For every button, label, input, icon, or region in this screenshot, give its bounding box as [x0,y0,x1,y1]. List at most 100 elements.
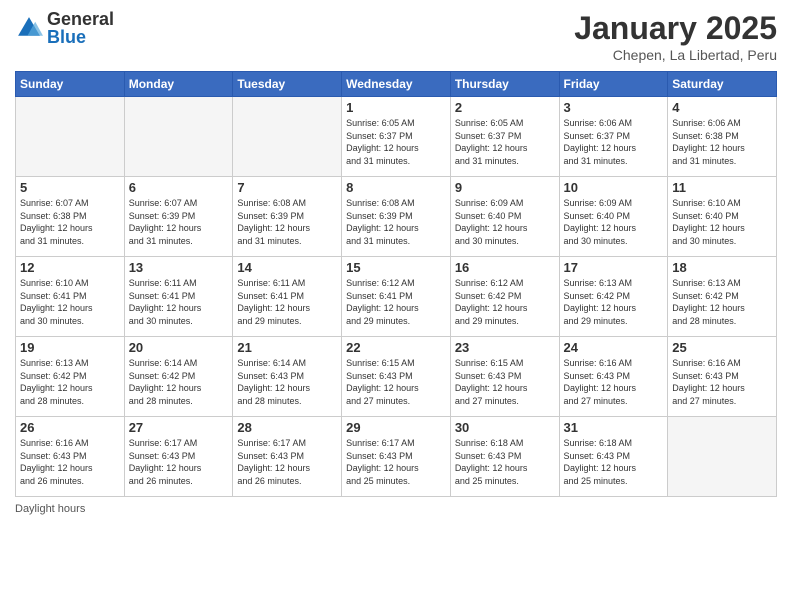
day-info: Sunrise: 6:13 AM Sunset: 6:42 PM Dayligh… [672,277,772,327]
day-number: 24 [564,340,664,355]
calendar-cell: 16 Sunrise: 6:12 AM Sunset: 6:42 PM Dayli… [450,257,559,337]
calendar-cell: 30Sunrise: 6:18 AM Sunset: 6:43 PM Dayli… [450,417,559,497]
calendar-cell: 26 Sunrise: 6:16 AM Sunset: 6:43 PM Dayli… [16,417,125,497]
day-number: 18 [672,260,772,275]
day-number: 2 [455,100,555,115]
day-info: Sunrise: 6:17 AM Sunset: 6:43 PM Dayligh… [346,437,446,487]
logo-icon [15,14,43,42]
day-info: Sunrise: 6:16 AM Sunset: 6:43 PM Dayligh… [20,437,120,487]
logo-text: General Blue [47,10,114,46]
day-number: 21 [237,340,337,355]
day-number: 27 [129,420,229,435]
day-info: Sunrise: 6:16 AM Sunset: 6:43 PM Dayligh… [672,357,772,407]
calendar-cell: 10 Sunrise: 6:09 AM Sunset: 6:40 PM Dayli… [559,177,668,257]
day-info: Sunrise: 6:18 AM Sunset: 6:43 PM Dayligh… [455,437,555,487]
calendar-cell: 27 Sunrise: 6:17 AM Sunset: 6:43 PM Dayli… [124,417,233,497]
logo: General Blue [15,10,114,46]
logo-general-text: General [47,10,114,28]
day-number: 23 [455,340,555,355]
calendar-cell [124,97,233,177]
day-number: 8 [346,180,446,195]
calendar-cell: 1 Sunrise: 6:05 AM Sunset: 6:37 PM Daylig… [342,97,451,177]
day-info: Sunrise: 6:15 AM Sunset: 6:43 PM Dayligh… [346,357,446,407]
day-info: Sunrise: 6:06 AM Sunset: 6:38 PM Dayligh… [672,117,772,167]
month-title: January 2025 [574,10,777,47]
calendar-cell: 25 Sunrise: 6:16 AM Sunset: 6:43 PM Dayli… [668,337,777,417]
day-number: 29 [346,420,446,435]
day-info: Sunrise: 6:09 AM Sunset: 6:40 PM Dayligh… [564,197,664,247]
day-info: Sunrise: 6:08 AM Sunset: 6:39 PM Dayligh… [237,197,337,247]
day-number: 28 [237,420,337,435]
page-header: General Blue January 2025 Chepen, La Lib… [15,10,777,63]
day-info: Sunrise: 6:12 AM Sunset: 6:42 PM Dayligh… [455,277,555,327]
calendar-cell: 11 Sunrise: 6:10 AM Sunset: 6:40 PM Dayli… [668,177,777,257]
day-number: 19 [20,340,120,355]
calendar-cell: 4Sunrise: 6:06 AM Sunset: 6:38 PM Daylig… [668,97,777,177]
calendar-cell: 6Sunrise: 6:07 AM Sunset: 6:39 PM Daylig… [124,177,233,257]
calendar-cell [233,97,342,177]
title-block: January 2025 Chepen, La Libertad, Peru [574,10,777,63]
day-info: Sunrise: 6:13 AM Sunset: 6:42 PM Dayligh… [20,357,120,407]
day-info: Sunrise: 6:09 AM Sunset: 6:40 PM Dayligh… [455,197,555,247]
day-info: Sunrise: 6:06 AM Sunset: 6:37 PM Dayligh… [564,117,664,167]
day-number: 9 [455,180,555,195]
calendar-table: SundayMondayTuesdayWednesdayThursdayFrid… [15,71,777,497]
day-number: 3 [564,100,664,115]
calendar-week-row: 19 Sunrise: 6:13 AM Sunset: 6:42 PM Dayli… [16,337,777,417]
day-number: 14 [237,260,337,275]
day-number: 17 [564,260,664,275]
calendar-week-row: 12Sunrise: 6:10 AM Sunset: 6:41 PM Dayli… [16,257,777,337]
day-number: 25 [672,340,772,355]
calendar-week-row: 1 Sunrise: 6:05 AM Sunset: 6:37 PM Daylig… [16,97,777,177]
day-number: 12 [20,260,120,275]
calendar-cell: 19 Sunrise: 6:13 AM Sunset: 6:42 PM Dayli… [16,337,125,417]
weekday-header-row: SundayMondayTuesdayWednesdayThursdayFrid… [16,72,777,97]
calendar-week-row: 5 Sunrise: 6:07 AM Sunset: 6:38 PM Daylig… [16,177,777,257]
weekday-header-wednesday: Wednesday [342,72,451,97]
calendar-cell: 20Sunrise: 6:14 AM Sunset: 6:42 PM Dayli… [124,337,233,417]
day-info: Sunrise: 6:10 AM Sunset: 6:40 PM Dayligh… [672,197,772,247]
calendar-cell: 23 Sunrise: 6:15 AM Sunset: 6:43 PM Dayli… [450,337,559,417]
day-number: 10 [564,180,664,195]
day-number: 22 [346,340,446,355]
weekday-header-monday: Monday [124,72,233,97]
day-info: Sunrise: 6:07 AM Sunset: 6:39 PM Dayligh… [129,197,229,247]
calendar-cell: 18 Sunrise: 6:13 AM Sunset: 6:42 PM Dayli… [668,257,777,337]
day-number: 15 [346,260,446,275]
calendar-cell: 28 Sunrise: 6:17 AM Sunset: 6:43 PM Dayli… [233,417,342,497]
day-info: Sunrise: 6:12 AM Sunset: 6:41 PM Dayligh… [346,277,446,327]
calendar-cell: 12Sunrise: 6:10 AM Sunset: 6:41 PM Dayli… [16,257,125,337]
day-info: Sunrise: 6:13 AM Sunset: 6:42 PM Dayligh… [564,277,664,327]
calendar-cell: 29 Sunrise: 6:17 AM Sunset: 6:43 PM Dayli… [342,417,451,497]
calendar-cell: 8 Sunrise: 6:08 AM Sunset: 6:39 PM Daylig… [342,177,451,257]
calendar-cell: 17 Sunrise: 6:13 AM Sunset: 6:42 PM Dayli… [559,257,668,337]
logo-blue-text: Blue [47,28,114,46]
day-info: Sunrise: 6:17 AM Sunset: 6:43 PM Dayligh… [237,437,337,487]
weekday-header-tuesday: Tuesday [233,72,342,97]
day-info: Sunrise: 6:15 AM Sunset: 6:43 PM Dayligh… [455,357,555,407]
day-info: Sunrise: 6:05 AM Sunset: 6:37 PM Dayligh… [455,117,555,167]
day-info: Sunrise: 6:11 AM Sunset: 6:41 PM Dayligh… [237,277,337,327]
day-info: Sunrise: 6:14 AM Sunset: 6:43 PM Dayligh… [237,357,337,407]
day-number: 5 [20,180,120,195]
day-number: 26 [20,420,120,435]
daylight-label: Daylight hours [15,503,85,515]
calendar-cell: 13Sunrise: 6:11 AM Sunset: 6:41 PM Dayli… [124,257,233,337]
day-number: 11 [672,180,772,195]
day-info: Sunrise: 6:17 AM Sunset: 6:43 PM Dayligh… [129,437,229,487]
calendar-cell: 31Sunrise: 6:18 AM Sunset: 6:43 PM Dayli… [559,417,668,497]
calendar-week-row: 26 Sunrise: 6:16 AM Sunset: 6:43 PM Dayli… [16,417,777,497]
day-info: Sunrise: 6:08 AM Sunset: 6:39 PM Dayligh… [346,197,446,247]
weekday-header-sunday: Sunday [16,72,125,97]
calendar-cell: 15 Sunrise: 6:12 AM Sunset: 6:41 PM Dayli… [342,257,451,337]
calendar-cell: 22 Sunrise: 6:15 AM Sunset: 6:43 PM Dayli… [342,337,451,417]
day-number: 1 [346,100,446,115]
location-subtitle: Chepen, La Libertad, Peru [574,47,777,63]
calendar-cell: 3 Sunrise: 6:06 AM Sunset: 6:37 PM Daylig… [559,97,668,177]
weekday-header-thursday: Thursday [450,72,559,97]
day-info: Sunrise: 6:16 AM Sunset: 6:43 PM Dayligh… [564,357,664,407]
day-number: 16 [455,260,555,275]
day-info: Sunrise: 6:05 AM Sunset: 6:37 PM Dayligh… [346,117,446,167]
day-info: Sunrise: 6:18 AM Sunset: 6:43 PM Dayligh… [564,437,664,487]
day-info: Sunrise: 6:07 AM Sunset: 6:38 PM Dayligh… [20,197,120,247]
